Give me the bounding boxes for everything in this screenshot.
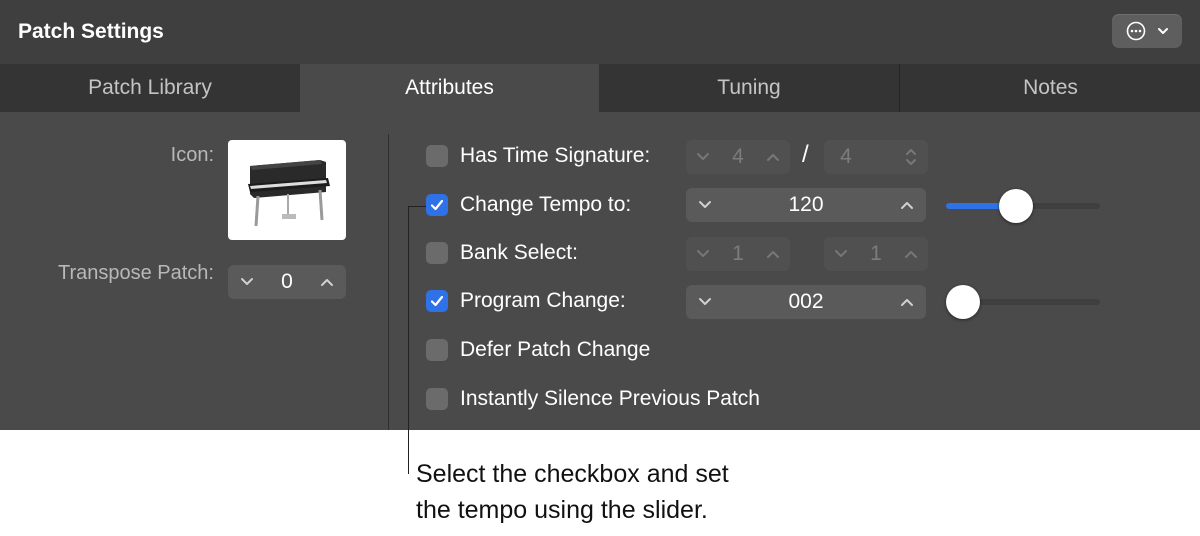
bank-select-lsb[interactable]: 1: [856, 237, 896, 271]
checkmark-icon: [430, 295, 444, 307]
tempo-slider-knob[interactable]: [998, 189, 1033, 223]
tab-notes[interactable]: Notes: [899, 64, 1200, 112]
change-tempo-label: Change Tempo to:: [460, 193, 632, 216]
callout-text: Select the checkbox and set the tempo us…: [416, 456, 896, 528]
chevron-down-icon[interactable]: [696, 248, 710, 260]
action-menu-button[interactable]: [1112, 14, 1182, 48]
callout-line-2: the tempo using the slider.: [416, 496, 708, 524]
chevron-up-icon[interactable]: [766, 151, 780, 163]
program-change-slider-knob[interactable]: [946, 285, 980, 319]
bank-select-checkbox[interactable]: [426, 242, 448, 264]
tab-attributes[interactable]: Attributes: [300, 64, 599, 112]
time-signature-checkbox[interactable]: [426, 145, 448, 167]
transpose-patch-label: Transpose Patch:: [57, 262, 214, 284]
chevron-down-icon[interactable]: [698, 199, 712, 211]
window-title: Patch Settings: [18, 20, 164, 43]
time-signature-numerator-stepper[interactable]: 4: [686, 140, 790, 174]
chevron-up-icon[interactable]: [900, 199, 914, 211]
defer-patch-change-label: Defer Patch Change: [460, 338, 651, 361]
transpose-value[interactable]: 0: [262, 265, 312, 299]
defer-patch-change-checkbox[interactable]: [426, 339, 448, 361]
program-change-value[interactable]: 002: [726, 285, 886, 319]
tab-bar: Patch Library Attributes Tuning Notes: [0, 64, 1200, 112]
time-signature-denominator-popup[interactable]: 4: [824, 140, 928, 174]
program-change-checkbox[interactable]: [426, 290, 448, 312]
chevron-up-icon[interactable]: [766, 248, 780, 260]
patch-icon-well[interactable]: [228, 140, 346, 240]
callout-line-1: Select the checkbox and set: [416, 460, 729, 488]
ellipsis-circle-icon: [1126, 21, 1146, 41]
patch-settings-panel: Patch Settings Patch Library Attributes …: [0, 0, 1200, 430]
time-signature-numerator[interactable]: 4: [718, 140, 758, 174]
icon-label: Icon:: [170, 144, 214, 166]
instantly-silence-checkbox[interactable]: [426, 388, 448, 410]
time-signature-slash: /: [802, 141, 809, 168]
chevron-up-icon[interactable]: [900, 296, 914, 308]
column-divider: [388, 134, 389, 430]
up-down-chevron-icon: [906, 149, 916, 165]
bank-select-label: Bank Select:: [460, 241, 578, 264]
transpose-stepper[interactable]: 0: [228, 265, 346, 299]
tab-tuning[interactable]: Tuning: [599, 64, 899, 112]
bank-select-msb-stepper[interactable]: 1: [686, 237, 790, 271]
program-change-label: Program Change:: [460, 289, 626, 312]
tempo-stepper[interactable]: 120: [686, 188, 926, 222]
bank-select-lsb-stepper[interactable]: 1: [824, 237, 928, 271]
title-bar: Patch Settings: [0, 0, 1200, 64]
time-signature-label: Has Time Signature:: [460, 144, 651, 167]
tempo-value[interactable]: 120: [726, 188, 886, 222]
callout-leader-tick: [408, 206, 426, 207]
chevron-up-icon[interactable]: [904, 248, 918, 260]
chevron-down-icon[interactable]: [834, 248, 848, 260]
chevron-down-icon: [1158, 28, 1168, 34]
chevron-down-icon[interactable]: [698, 296, 712, 308]
time-signature-denominator[interactable]: 4: [832, 140, 860, 174]
checkmark-icon: [430, 199, 444, 211]
program-change-stepper[interactable]: 002: [686, 285, 926, 319]
tab-patch-library[interactable]: Patch Library: [0, 64, 300, 112]
chevron-down-icon[interactable]: [696, 151, 710, 163]
callout-leader-line: [408, 206, 409, 474]
instantly-silence-label: Instantly Silence Previous Patch: [460, 387, 760, 410]
electric-piano-icon: [248, 160, 330, 227]
bank-select-msb[interactable]: 1: [718, 237, 758, 271]
chevron-up-icon[interactable]: [320, 276, 334, 288]
change-tempo-checkbox[interactable]: [426, 194, 448, 216]
chevron-down-icon[interactable]: [240, 276, 254, 288]
